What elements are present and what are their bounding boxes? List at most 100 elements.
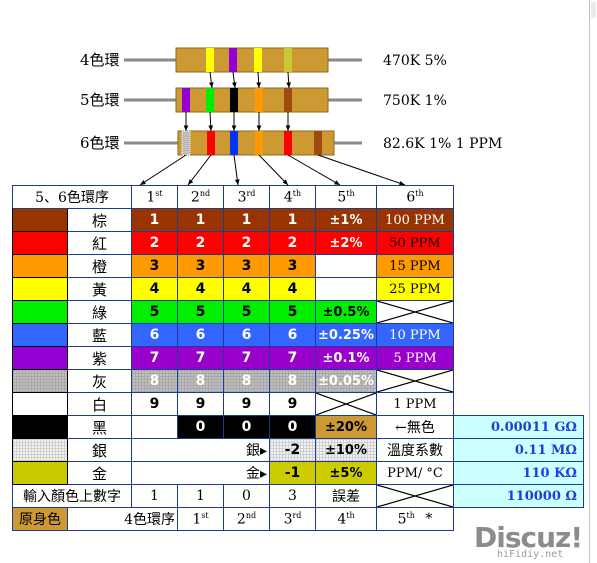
blank <box>454 301 584 324</box>
color-band <box>230 131 238 155</box>
footer-ordinal-4: 4th <box>315 507 377 531</box>
body-color-label: 原身色 <box>12 507 68 531</box>
digit-cell: 5 <box>223 300 270 324</box>
tolerance-cell: ±0.25% <box>315 323 377 347</box>
tolerance-cell <box>315 392 377 416</box>
digit-cell: 9 <box>177 392 224 416</box>
blank <box>454 324 584 347</box>
blank <box>454 232 584 255</box>
color-band <box>182 88 190 112</box>
color-swatch <box>12 231 68 255</box>
color-band <box>230 88 238 112</box>
tolerance-cell: ±5% <box>315 461 377 485</box>
silver-arrow-label: 銀▸ <box>131 438 270 462</box>
arrow-head <box>208 82 214 88</box>
footer-ordinal-1: 1st <box>177 507 224 531</box>
color-band <box>207 131 215 155</box>
ordinal-header-6: 6th <box>376 185 454 209</box>
color-band <box>254 48 262 72</box>
color-band <box>284 48 292 72</box>
blank-cell <box>131 415 178 439</box>
digit-cell: 8 <box>223 369 270 393</box>
resistor-body <box>175 87 329 113</box>
arrow-line <box>139 154 187 185</box>
digit-cell: 6 <box>269 323 316 347</box>
color-band <box>284 88 292 112</box>
digit-cell: 4 <box>177 277 224 301</box>
color-name: 白 <box>67 392 132 416</box>
sequence-header: 5、6色環序 <box>12 185 132 209</box>
digit-cell: 4 <box>269 277 316 301</box>
temp-coefficient-cell <box>376 369 454 393</box>
digit-cell: 6 <box>131 323 178 347</box>
digit-cell: 3 <box>177 254 224 278</box>
arrow-head <box>231 125 237 131</box>
multiplier-cell: -1 <box>269 461 316 485</box>
vertical-scrollbar[interactable] <box>589 0 597 563</box>
arrow-head <box>208 125 214 131</box>
ordinal-header-1: 1st <box>131 185 178 209</box>
color-band <box>229 48 237 72</box>
digit-cell: 5 <box>131 300 178 324</box>
digit-input-4[interactable]: 3 <box>269 484 316 508</box>
footer-star: * <box>420 511 433 528</box>
result-giga-ohm: 0.00011 GΩ <box>453 415 584 439</box>
color-swatch <box>12 392 68 416</box>
blank <box>454 209 584 232</box>
temp-coefficient-cell <box>376 300 454 324</box>
gold-arrow-label: 金▸ <box>131 461 270 485</box>
digit-cell: 7 <box>131 346 178 370</box>
color-code-table: 5、6色環序 1st 2nd 3rd 4th 5th 6th 棕 1 1 1 1 ±1% 100 PPM 紅… <box>12 185 584 531</box>
color-swatch <box>12 300 68 324</box>
ppm-unit-label: PPM/ °C <box>376 461 454 485</box>
ring-count-label: 5色環 <box>80 91 120 109</box>
digit-cell: 1 <box>131 208 178 232</box>
color-name: 黃 <box>67 277 132 301</box>
color-band <box>0 131 8 155</box>
result-mega-ohm: 0.11 MΩ <box>453 438 584 462</box>
tolerance-cell <box>315 254 377 278</box>
blank <box>454 255 584 278</box>
color-name: 綠 <box>67 300 132 324</box>
ring-count-label: 4色環 <box>80 51 120 69</box>
digit-cell: 6 <box>177 323 224 347</box>
color-band <box>206 88 214 112</box>
temp-coefficient-cell: 15 PPM <box>376 254 454 278</box>
color-swatch <box>12 415 68 439</box>
color-name: 黑 <box>67 415 132 439</box>
color-name: 藍 <box>67 323 132 347</box>
arrow-head <box>285 125 291 131</box>
digit-cell: 8 <box>269 369 316 393</box>
digit-cell: 3 <box>131 254 178 278</box>
digit-cell: 3 <box>269 254 316 278</box>
digit-cell: 9 <box>223 392 270 416</box>
arrow-head <box>286 82 291 88</box>
color-name: 灰 <box>67 369 132 393</box>
digit-input-3[interactable]: 0 <box>223 484 270 508</box>
temp-coefficient-cell: 50 PPM <box>376 231 454 255</box>
color-swatch <box>12 438 68 462</box>
digit-cell: 2 <box>131 231 178 255</box>
arrow-head <box>256 82 261 88</box>
digit-cell: 9 <box>131 392 178 416</box>
scrollbar-thumb[interactable] <box>591 2 596 18</box>
blank <box>454 347 584 370</box>
color-swatch <box>12 461 68 485</box>
digit-cell: 0 <box>223 415 270 439</box>
blank <box>454 393 584 416</box>
digit-cell: 5 <box>177 300 224 324</box>
result-ohm: 110000 Ω <box>453 484 584 508</box>
ordinal-header-4: 4th <box>269 185 316 209</box>
tolerance-cell: ±0.1% <box>315 346 377 370</box>
digit-input-2[interactable]: 1 <box>177 484 224 508</box>
color-name: 金 <box>67 461 132 485</box>
color-band <box>255 131 263 155</box>
color-band <box>255 88 263 112</box>
color-band <box>181 130 191 156</box>
color-name: 紅 <box>67 231 132 255</box>
resistor-value-text: 750K 1% <box>383 93 447 109</box>
ordinal-header-3: 3rd <box>223 185 270 209</box>
digit-input-1[interactable]: 1 <box>131 484 178 508</box>
temp-coefficient-cell: 10 PPM <box>376 323 454 347</box>
digit-cell: 0 <box>269 415 316 439</box>
